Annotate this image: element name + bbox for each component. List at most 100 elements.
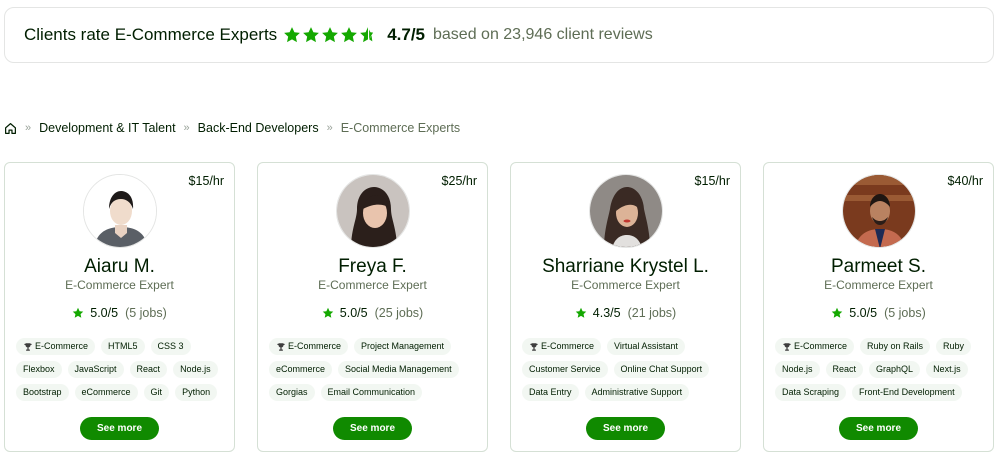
star-icon	[322, 27, 339, 43]
avatar	[336, 174, 410, 248]
rating-score: 5.0/5	[849, 306, 878, 320]
card-rating: 5.0/5 (25 jobs)	[258, 306, 487, 320]
breadcrumb: » Development & IT Talent » Back-End Dev…	[4, 120, 460, 136]
freelancer-card[interactable]: $15/hr Sharriane Krystel L. E-Commerce E…	[510, 162, 741, 452]
hourly-rate: $15/hr	[188, 174, 224, 188]
hourly-rate: $15/hr	[694, 174, 730, 188]
skill-tag[interactable]: E-Commerce	[775, 338, 855, 355]
see-more-button[interactable]: See more	[586, 417, 665, 440]
rating-score: 4.3/5	[592, 306, 621, 320]
star-icon	[284, 27, 301, 43]
star-icon	[303, 27, 320, 43]
home-icon[interactable]	[4, 122, 17, 135]
banner-review-count: based on 23,946 client reviews	[433, 26, 653, 43]
rating-score: 5.0/5	[339, 306, 368, 320]
skill-tag[interactable]: eCommerce	[74, 384, 138, 401]
freelancer-title: E-Commerce Expert	[824, 278, 933, 292]
banner-score: 4.7/5	[387, 25, 425, 44]
skill-tag[interactable]: GraphQL	[869, 361, 921, 378]
breadcrumb-link-backend[interactable]: Back-End Developers	[198, 121, 319, 135]
skill-tag[interactable]: E-Commerce	[16, 338, 96, 355]
jobs-count: (5 jobs)	[125, 306, 167, 320]
skill-tag[interactable]: Ruby	[936, 338, 972, 355]
skill-tag[interactable]: eCommerce	[269, 361, 333, 378]
star-icon	[832, 307, 843, 318]
freelancer-card[interactable]: $40/hr Parmeet S. E-Commerce Expert 5.0/…	[763, 162, 994, 452]
skill-tag[interactable]: Social Media Management	[338, 361, 459, 378]
skill-tag[interactable]: Administrative Support	[584, 384, 690, 401]
trophy-icon	[24, 342, 32, 351]
skills-list: E-Commerce Virtual Assistant Customer Se…	[522, 338, 732, 401]
skill-tag[interactable]: JavaScript	[67, 361, 124, 378]
freelancer-name[interactable]: Aiaru M.	[5, 256, 234, 278]
skill-tag[interactable]: Python	[175, 384, 218, 401]
breadcrumb-link-development[interactable]: Development & IT Talent	[39, 121, 175, 135]
skill-tag[interactable]: Customer Service	[522, 361, 608, 378]
avatar	[842, 174, 916, 248]
freelancer-card[interactable]: $15/hr Aiaru M. E-Commerce Expert 5.0/5 …	[4, 162, 235, 452]
skill-tag[interactable]: Email Communication	[320, 384, 423, 401]
skill-tag[interactable]: Front-End Development	[852, 384, 962, 401]
jobs-count: (21 jobs)	[627, 306, 677, 320]
breadcrumb-separator: »	[25, 122, 32, 134]
trophy-icon	[277, 342, 285, 351]
avatar	[589, 174, 663, 248]
breadcrumb-current: E-Commerce Experts	[340, 121, 461, 135]
star-icon	[341, 27, 358, 43]
skill-tag[interactable]: Online Chat Support	[613, 361, 710, 378]
hourly-rate: $25/hr	[441, 174, 477, 188]
skill-tag[interactable]: E-Commerce	[269, 338, 349, 355]
skill-tag[interactable]: Data Scraping	[775, 384, 847, 401]
skill-label: E-Commerce	[794, 341, 848, 351]
freelancer-card[interactable]: $25/hr Freya F. E-Commerce Expert 5.0/5 …	[257, 162, 488, 452]
skill-tag[interactable]: E-Commerce	[522, 338, 602, 355]
banner-title: Clients rate E-Commerce Experts	[24, 25, 278, 44]
skill-tag[interactable]: Project Management	[354, 338, 452, 355]
skill-tag[interactable]: Node.js	[173, 361, 218, 378]
rating-score: 5.0/5	[90, 306, 119, 320]
freelancer-name[interactable]: Freya F.	[258, 256, 487, 278]
trophy-icon	[530, 342, 538, 351]
jobs-count: (5 jobs)	[884, 306, 926, 320]
see-more-button[interactable]: See more	[80, 417, 159, 440]
skill-tag[interactable]: Gorgias	[269, 384, 315, 401]
freelancer-title: E-Commerce Expert	[571, 278, 680, 292]
star-half-icon	[360, 27, 374, 43]
skills-list: E-Commerce Project Management eCommerce …	[269, 338, 479, 401]
hourly-rate: $40/hr	[947, 174, 983, 188]
skills-list: E-Commerce Ruby on Rails Ruby Node.js Re…	[775, 338, 985, 401]
card-rating: 5.0/5 (5 jobs)	[764, 306, 993, 320]
skills-list: E-Commerce HTML5 CSS 3 Flexbox JavaScrip…	[16, 338, 226, 401]
skill-tag[interactable]: CSS 3	[150, 338, 191, 355]
banner-stars	[283, 26, 377, 44]
skill-tag[interactable]: Ruby on Rails	[860, 338, 931, 355]
freelancer-name[interactable]: Sharriane Krystel L.	[511, 256, 740, 278]
skill-label: E-Commerce	[35, 341, 89, 351]
star-icon	[575, 307, 587, 318]
freelancer-title: E-Commerce Expert	[318, 278, 427, 292]
skill-tag[interactable]: Virtual Assistant	[607, 338, 685, 355]
star-icon	[322, 307, 334, 318]
skill-tag[interactable]: React	[129, 361, 168, 378]
skill-tag[interactable]: Next.js	[926, 361, 968, 378]
freelancer-name[interactable]: Parmeet S.	[764, 256, 993, 278]
see-more-button[interactable]: See more	[839, 417, 918, 440]
avatar	[83, 174, 157, 248]
breadcrumb-separator: »	[326, 122, 333, 134]
skill-tag[interactable]: Data Entry	[522, 384, 579, 401]
skill-tag[interactable]: Flexbox	[16, 361, 62, 378]
skill-tag[interactable]: Git	[143, 384, 170, 401]
breadcrumb-separator: »	[183, 122, 190, 134]
skill-tag[interactable]: React	[825, 361, 864, 378]
rating-banner: Clients rate E-Commerce Experts 4.7/5 ba…	[4, 7, 994, 63]
skill-tag[interactable]: Node.js	[775, 361, 820, 378]
trophy-icon	[783, 342, 791, 351]
freelancer-title: E-Commerce Expert	[65, 278, 174, 292]
see-more-button[interactable]: See more	[333, 417, 412, 440]
star-icon	[73, 307, 84, 318]
skill-label: E-Commerce	[541, 341, 595, 351]
card-rating: 5.0/5 (5 jobs)	[5, 306, 234, 320]
jobs-count: (25 jobs)	[374, 306, 424, 320]
skill-tag[interactable]: HTML5	[101, 338, 145, 355]
skill-tag[interactable]: Bootstrap	[16, 384, 69, 401]
